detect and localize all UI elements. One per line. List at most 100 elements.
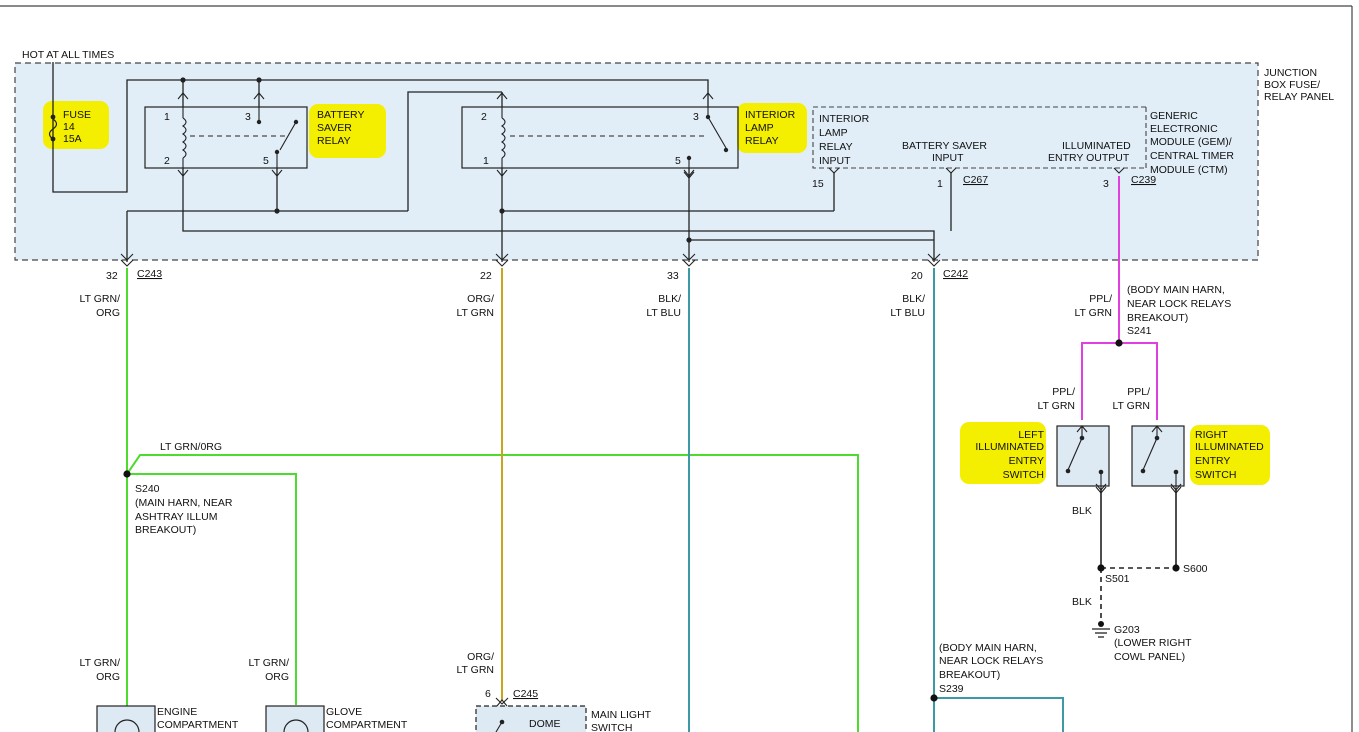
gem-bs-input-2: INPUT [932,152,964,164]
s239-label-2: NEAR LOCK RELAYS [939,655,1043,667]
il-relay-contact [723,147,729,153]
gem-title-5: MODULE (CTM) [1150,164,1228,176]
wire-22-label-2: LT GRN [456,307,494,319]
conn-c243: C243 [137,268,162,280]
left-switch-name-3: ENTRY [1009,455,1044,467]
conn-pin-32: 32 [106,270,118,282]
gem-il-input-3: RELAY [819,141,853,153]
left-switch-name-1: LEFT [1018,429,1044,441]
gem-title-2: ELECTRONIC [1150,123,1218,135]
right-switch-name-4: SWITCH [1195,469,1236,481]
gem-conn-c239: C239 [1131,174,1156,186]
il-relay-name-1: INTERIOR [745,109,796,121]
gem-title-4: CENTRAL TIMER [1150,150,1234,162]
fuse-rating: 15A [63,133,82,145]
s241-label-3: BREAKOUT) [1127,312,1188,324]
s241-label-4: S241 [1127,325,1152,337]
hot-at-all-times-label: HOT AT ALL TIMES [22,49,114,61]
bs-relay-pin-3: 3 [245,111,251,123]
s241-label-2: NEAR LOCK RELAYS [1127,298,1231,310]
bs-relay-contact-5 [274,149,280,155]
main-light-switch-label-1: MAIN LIGHT [591,709,652,721]
wiring-diagram: HOT AT ALL TIMES JUNCTION BOX FUSE/ RELA… [0,5,1353,732]
wire-32-label-2: ORG [96,307,120,319]
bs-relay-name-1: BATTERY [317,109,364,121]
s600-label: S600 [1183,563,1208,575]
gem-il-input-4: INPUT [819,155,851,167]
gem-bs-input-1: BATTERY SAVER [902,140,987,152]
wire-22-label-1: ORG/ [467,293,494,305]
ground-label-2: (LOWER RIGHT [1114,637,1192,649]
s240-label-1: S240 [135,483,160,495]
wire-32-label-1: LT GRN/ [80,293,121,305]
il-relay-contact-5 [686,155,692,161]
gem-pin-3: 3 [1103,178,1109,190]
wire-glove-label-1: LT GRN/ [249,657,290,669]
junction-box-title-3: RELAY PANEL [1264,91,1334,103]
right-switch-name-2: ILLUMINATED [1195,441,1264,453]
conn-c245: C245 [513,688,538,700]
bs-relay-pin-1: 1 [164,111,170,123]
glove-compartment-label-2: COMPARTMENT [326,719,408,731]
wire-ppl-right-1: PPL/ [1127,386,1150,398]
gem-il-input-1: INTERIOR [819,113,870,125]
gem-pin-15: 15 [812,178,824,190]
engine-compartment-label-2: COMPARTMENT [157,719,239,731]
il-relay-pin-5: 5 [675,155,681,167]
conn-pin-6: 6 [485,688,491,700]
il-relay-pin-2: 2 [481,111,487,123]
gem-title-3: MODULE (GEM)/ [1150,136,1232,148]
bs-relay-pin-5: 5 [263,155,269,167]
s240-label-4: BREAKOUT) [135,524,196,536]
ground-label-3: COWL PANEL) [1114,651,1185,663]
right-switch-name-1: RIGHT [1195,429,1228,441]
wire-dome-label-2: LT GRN [456,664,494,676]
il-relay-name-3: RELAY [745,135,779,147]
wire-blk-ground: BLK [1072,596,1092,608]
engine-compartment-label-1: ENGINE [157,706,197,718]
gem-il-input-2: LAMP [819,127,848,139]
wire-ppl-right-2: LT GRN [1112,400,1150,412]
il-relay-name-2: LAMP [745,122,774,134]
dome-label: DOME [529,718,561,730]
wire-20-label-1: BLK/ [902,293,925,305]
il-relay-pin-1: 1 [483,155,489,167]
il-relay-pin-3: 3 [693,111,699,123]
s501-label: S501 [1105,573,1130,585]
wire-ppl-left-2: LT GRN [1037,400,1075,412]
conn-pin-20: 20 [911,270,923,282]
engine-compartment-lamp-box [96,705,156,732]
ground-label-1: G203 [1114,624,1140,636]
s239-label-3: BREAKOUT) [939,669,1000,681]
main-light-switch-label-2: SWITCH [591,722,632,732]
s239-label-4: S239 [939,683,964,695]
conn-pin-22: 22 [480,270,492,282]
wire-glove-label-2: ORG [265,671,289,683]
right-switch-name-3: ENTRY [1195,455,1230,467]
il-relay-pivot [705,114,711,120]
conn-pin-33: 33 [667,270,679,282]
bs-relay-name-2: SAVER [317,122,352,134]
junction-box-title-2: BOX FUSE/ [1264,79,1320,91]
gem-pin-1: 1 [937,178,943,190]
glove-compartment-label-1: GLOVE [326,706,362,718]
bs-relay-name-3: RELAY [317,135,351,147]
wire-33-label-2: LT BLU [646,307,681,319]
wire-ppl-main-1: PPL/ [1089,293,1112,305]
s240-label-3: ASHTRAY ILLUM [135,511,217,523]
ground-symbol [1092,628,1110,638]
bs-relay-pin-2: 2 [164,155,170,167]
wire-33-label-1: BLK/ [658,293,681,305]
wire-engine-label-2: ORG [96,671,120,683]
wire-ppl-main-2: LT GRN [1074,307,1112,319]
bs-relay-pivot [293,119,299,125]
left-switch-name-4: SWITCH [1003,469,1044,481]
wire-dome-label-1: ORG/ [467,651,494,663]
conn-c242: C242 [943,268,968,280]
wire-ppl-left-1: PPL/ [1052,386,1075,398]
gem-ie-output-2: ENTRY OUTPUT [1048,152,1130,164]
gem-title-1: GENERIC [1150,110,1198,122]
s239-label-1: (BODY MAIN HARN, [939,642,1037,654]
wire-engine-label-1: LT GRN/ [80,657,121,669]
wire-20-label-2: LT BLU [890,307,925,319]
